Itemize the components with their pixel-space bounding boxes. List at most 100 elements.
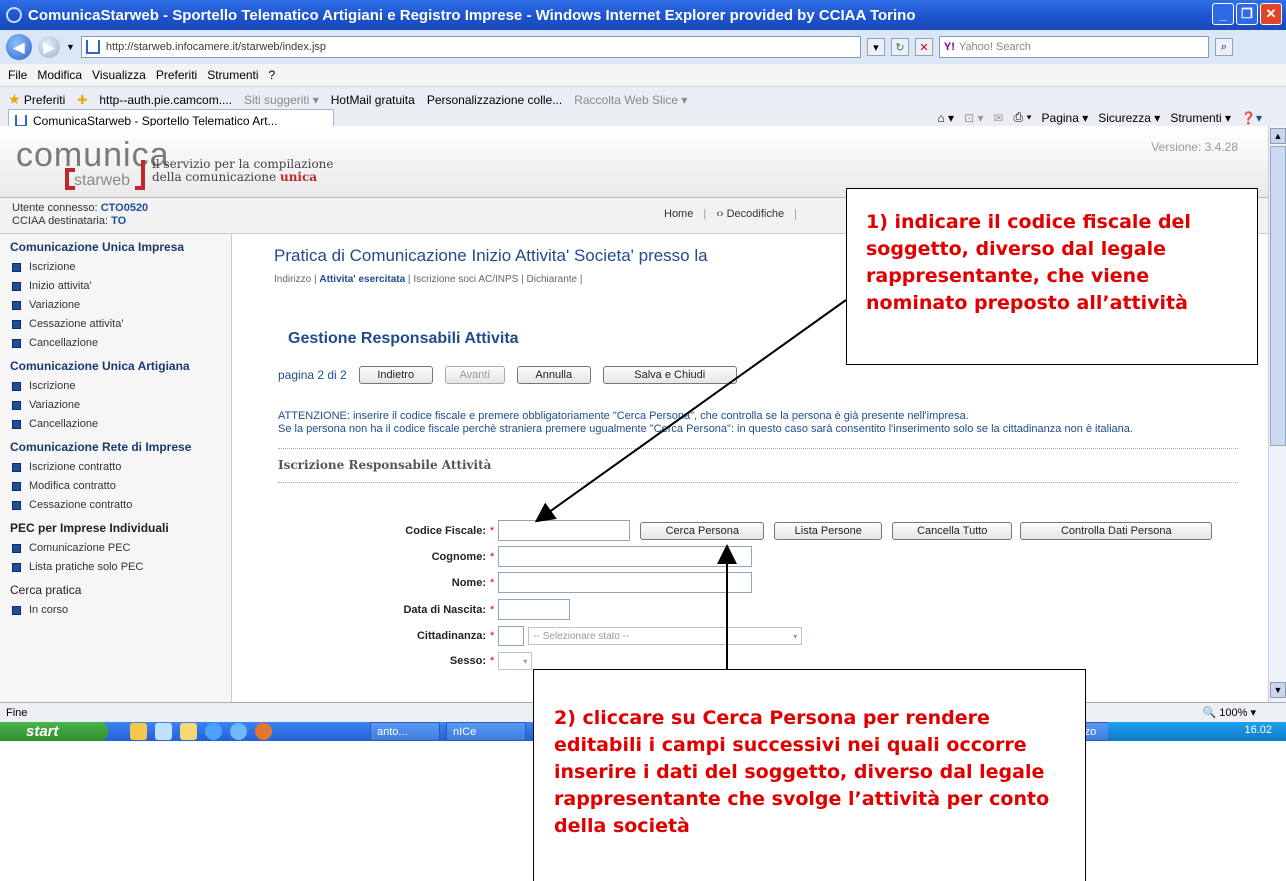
taskbar-item-nice[interactable]: nICe [446,722,526,741]
url-dropdown-icon[interactable]: ▾ [866,38,885,56]
favorite-link-personalizzazione[interactable]: Personalizzazione colle... [427,93,562,107]
bullet-icon [12,400,21,410]
command-bar: ⌂ ▾ ⊡ ▾ ✉ ⎙ ▾ Pagina ▾ Sicurezza ▾ Strum… [937,110,1262,125]
zoom-control[interactable]: 🔍 100% ▾ [1203,706,1256,719]
controlla-dati-button[interactable]: Controlla Dati Persona [1020,521,1213,540]
user-info: Utente connesso: CTO0520 CCIAA destinata… [12,202,149,227]
paint-icon[interactable] [180,723,197,740]
menu-strumenti[interactable]: Strumenti [207,68,258,82]
history-dropdown-icon[interactable]: ▼ [66,42,75,52]
sidebar-item-variazione[interactable]: Variazione [0,296,231,315]
firefox-icon[interactable] [255,723,272,740]
forward-icon[interactable]: ▶ [38,36,60,58]
bullet-icon [12,319,21,329]
feeds-icon[interactable]: ⊡ ▾ [964,111,983,125]
search-input[interactable]: Y! Yahoo! Search [938,36,1209,58]
sidebar-item-modifica-contratto[interactable]: Modifica contratto [0,477,231,496]
label-cognome: Cognome: [431,550,486,563]
start-button[interactable]: start [0,722,108,741]
menu-strumenti-cmd[interactable]: Strumenti ▾ [1170,111,1231,125]
breadcrumb-attivita[interactable]: Attivita' esercitata [319,274,405,285]
sidebar-item-cessazione-contratto[interactable]: Cessazione contratto [0,496,231,515]
row-data-nascita: Data di Nascita: * [232,599,571,620]
menu-modifica[interactable]: Modifica [37,68,82,82]
nav-decodifiche[interactable]: ‹› Decodifiche [716,208,784,220]
refresh-icon[interactable]: ↻ [890,38,909,56]
menu-help[interactable]: ? [269,68,276,82]
lista-persone-button[interactable]: Lista Persone [774,521,883,540]
maximize-icon[interactable]: ❐ [1236,3,1258,25]
sidebar-item-comunicazione-pec[interactable]: Comunicazione PEC [0,539,231,558]
sidebar-item-iscrizione[interactable]: Iscrizione [0,258,231,277]
back-button[interactable]: Indietro [358,366,433,384]
sidebar-item-art-variazione[interactable]: Variazione [0,396,231,415]
sidebar-item-lista-pec[interactable]: Lista pratiche solo PEC [0,558,231,577]
nav-home[interactable]: Home [664,208,693,220]
codice-fiscale-input[interactable] [498,520,631,541]
clock: 16.02 [1244,724,1272,736]
cognome-input[interactable] [498,546,753,567]
menu-visualizza[interactable]: Visualizza [92,68,146,82]
url-field[interactable]: http://starweb.infocamere.it/starweb/ind… [80,36,861,58]
bullet-icon [12,262,21,272]
help-icon[interactable]: ❓▾ [1241,111,1262,125]
close-icon[interactable]: ✕ [1260,3,1282,25]
breadcrumb-indirizzo[interactable]: Indirizzo [274,274,311,285]
next-button[interactable]: Avanti [444,366,505,384]
top-nav: Home | ‹› Decodifiche | [664,208,797,220]
media-player-icon[interactable] [205,723,222,740]
back-icon[interactable]: ◀ [6,34,32,60]
mail-icon[interactable]: ✉ [993,111,1003,125]
search-icon[interactable]: ⌕ [1214,38,1233,56]
sidebar-item-art-cancellazione[interactable]: Cancellazione [0,415,231,434]
sidebar-item-cessazione-attivita[interactable]: Cessazione attivita' [0,315,231,334]
sidebar-item-art-iscrizione[interactable]: Iscrizione [0,377,231,396]
breadcrumb-dichiarante[interactable]: Dichiarante [527,274,578,285]
menu-preferiti[interactable]: Preferiti [156,68,197,82]
sesso-select[interactable]: ▾ [498,652,533,670]
cancella-tutto-button[interactable]: Cancella Tutto [892,521,1013,540]
scroll-up-icon[interactable]: ▲ [1270,128,1286,144]
data-nascita-input[interactable] [498,599,571,620]
scroll-thumb[interactable] [1270,146,1286,446]
sidebar-item-cancellazione[interactable]: Cancellazione [0,334,231,353]
menu-pagina[interactable]: Pagina ▾ [1042,111,1089,125]
star-icon: ★ [8,91,21,107]
taskbar-item-anto[interactable]: anto... [370,722,440,741]
menu-sicurezza[interactable]: Sicurezza ▾ [1098,111,1160,125]
cittadinanza-code-input[interactable] [498,626,525,646]
favorite-link-hotmail[interactable]: HotMail gratuita [331,93,415,107]
label-nome: Nome: [451,576,486,589]
print-icon[interactable]: ⎙ ▾ [1014,110,1032,125]
menu-file[interactable]: File [8,68,27,82]
nome-input[interactable] [498,572,753,593]
favorite-link-siti[interactable]: Siti suggeriti ▾ [244,93,319,107]
cerca-persona-button[interactable]: Cerca Persona [640,521,765,540]
quick-launch [130,723,272,740]
favorites-button[interactable]: ★ Preferiti [8,91,65,108]
page-scrollbar[interactable]: ▲ ▼ [1268,126,1286,702]
sidebar-item-in-corso[interactable]: In corso [0,601,231,620]
bullet-icon [12,543,21,553]
row-nome: Nome: * [232,572,753,593]
sidebar-item-iscrizione-contratto[interactable]: Iscrizione contratto [0,458,231,477]
stop-icon[interactable]: ✕ [914,38,933,56]
ie-icon[interactable] [230,723,247,740]
favorite-link-auth[interactable]: http--auth.pie.camcom.... [99,93,232,107]
save-close-button[interactable]: Salva e Chiudi [602,366,737,384]
desktop-icon[interactable] [155,723,172,740]
add-favorite-icon[interactable]: ✚ [77,93,87,107]
favorite-link-webslice[interactable]: Raccolta Web Slice ▾ [574,93,687,107]
breadcrumb-iscrizione-soci[interactable]: Iscrizione soci AC/INPS [413,274,518,285]
home-icon[interactable]: ⌂ ▾ [937,111,954,125]
window-titlebar: ComunicaStarweb - Sportello Telematico A… [0,0,1286,30]
chevron-down-icon: ▾ [523,656,528,666]
outlook-icon[interactable] [130,723,147,740]
scroll-down-icon[interactable]: ▼ [1270,682,1286,698]
minimize-icon[interactable]: _ [1212,3,1234,25]
sidebar-item-inizio-attivita[interactable]: Inizio attivita' [0,277,231,296]
cittadinanza-select[interactable]: -- Selezionare stato -- ▾ [528,627,803,645]
cancel-button[interactable]: Annulla [516,366,591,384]
section-title: Gestione Responsabili Attivita [288,330,519,347]
status-text: Fine [6,706,28,719]
